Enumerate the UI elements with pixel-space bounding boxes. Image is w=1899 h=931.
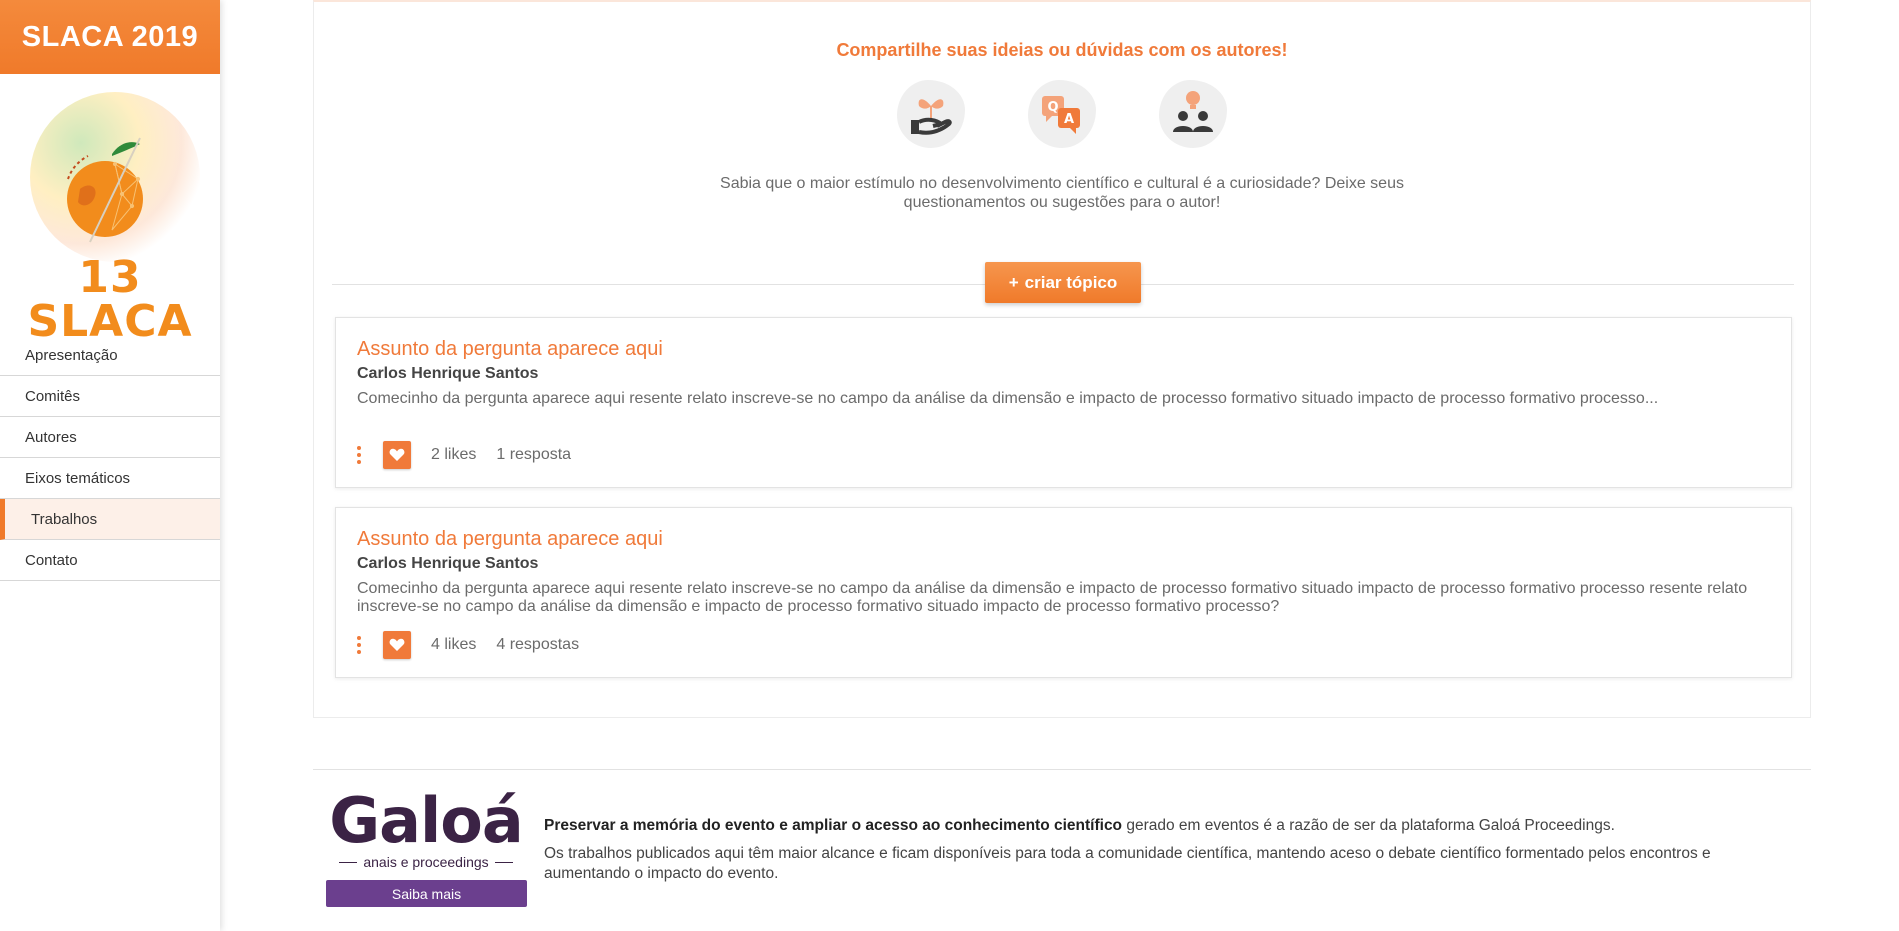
like-button[interactable] <box>383 631 411 659</box>
saiba-mais-button[interactable]: Saiba mais <box>326 880 527 907</box>
orange-globe-icon <box>67 137 143 243</box>
sidebar-brand[interactable]: SLACA 2019 <box>0 0 220 74</box>
description-line: questionamentos ou sugestões para o auto… <box>903 194 1221 211</box>
forum-panel: Compartilhe suas ideias ou dúvidas com o… <box>313 0 1811 718</box>
forum-description: Sabia que o maior estímulo no desenvolvi… <box>314 174 1810 212</box>
create-topic-label: criar tópico <box>1024 272 1118 292</box>
heart-icon <box>389 638 405 651</box>
more-options-icon[interactable] <box>357 636 363 654</box>
create-topic-button[interactable]: + criar tópico <box>985 262 1141 303</box>
plant-hand-icon <box>893 76 969 152</box>
sidebar-item-comites[interactable]: Comitês <box>0 376 220 417</box>
feature-icons: Q A <box>314 76 1810 152</box>
likes-count: 2 likes <box>431 446 477 463</box>
sidebar-item-contato[interactable]: Contato <box>0 540 220 581</box>
footer-divider <box>313 769 1811 770</box>
galoa-tagline-text: anais e proceedings <box>363 854 489 870</box>
svg-text:Q: Q <box>1047 100 1058 115</box>
topic-author: Carlos Henrique Santos <box>357 555 539 572</box>
sidebar-item-autores[interactable]: Autores <box>0 417 220 458</box>
replies-count[interactable]: 4 respostas <box>496 636 579 654</box>
like-button[interactable] <box>383 441 411 469</box>
footer-paragraph: Preservar a memória do evento e ampliar … <box>544 816 1774 836</box>
heart-icon <box>389 448 405 461</box>
sidebar-item-label: Eixos temáticos <box>25 469 131 487</box>
likes-count: 4 likes <box>431 636 477 653</box>
footer-text: Preservar a memória do evento e ampliar … <box>544 816 1774 884</box>
sidebar-item-label: Apresentação <box>25 346 118 364</box>
topic-body: Comecinho da pergunta aparece aqui resen… <box>357 580 1748 615</box>
topic-card[interactable]: Assunto da pergunta aparece aqui Carlos … <box>335 317 1792 488</box>
footer-rest: gerado em eventos é a razão de ser da pl… <box>1122 817 1615 834</box>
share-title: Compartilhe suas ideias ou dúvidas com o… <box>836 40 1288 60</box>
sidebar-item-label: Trabalhos <box>31 510 98 528</box>
plus-icon: + <box>1008 272 1019 292</box>
topic-card[interactable]: Assunto da pergunta aparece aqui Carlos … <box>335 507 1792 678</box>
topic-title[interactable]: Assunto da pergunta aparece aqui <box>357 528 663 551</box>
galoa-logo[interactable]: Galoá anais e proceedings <box>326 784 526 871</box>
topic-actions: 4 likes 4 respostas <box>357 631 579 659</box>
logo-text: 13 SLACA <box>27 252 193 347</box>
svg-text:A: A <box>1064 112 1074 127</box>
sidebar-item-eixos[interactable]: Eixos temáticos <box>0 458 220 499</box>
topic-title[interactable]: Assunto da pergunta aparece aqui <box>357 338 663 361</box>
sidebar-item-label: Contato <box>25 551 78 569</box>
description-line: Sabia que o maior estímulo no desenvolvi… <box>720 175 1404 192</box>
people-idea-icon <box>1155 76 1231 152</box>
sidebar-item-label: Autores <box>25 428 77 446</box>
topic-actions: 2 likes 1 resposta <box>357 441 571 469</box>
more-options-icon[interactable] <box>357 446 363 464</box>
sidebar-item-trabalhos[interactable]: Trabalhos <box>0 499 220 540</box>
footer-paragraph: Os trabalhos publicados aqui têm maior a… <box>544 845 1711 882</box>
footer-bold: Preservar a memória do evento e ampliar … <box>544 817 1123 834</box>
event-logo: 13 SLACA <box>0 74 220 344</box>
galoa-wordmark: Galoá <box>329 784 523 857</box>
topic-body: Comecinho da pergunta aparece aqui resen… <box>357 390 1659 407</box>
topic-author: Carlos Henrique Santos <box>357 365 539 382</box>
sidebar-nav: Apresentação Comitês Autores Eixos temát… <box>0 335 220 581</box>
qa-icon: Q A <box>1024 76 1100 152</box>
sidebar-item-label: Comitês <box>25 387 81 405</box>
sidebar: SLACA 2019 13 SLACA Apresentação Comitês… <box>0 0 220 931</box>
replies-count[interactable]: 1 resposta <box>496 446 571 464</box>
